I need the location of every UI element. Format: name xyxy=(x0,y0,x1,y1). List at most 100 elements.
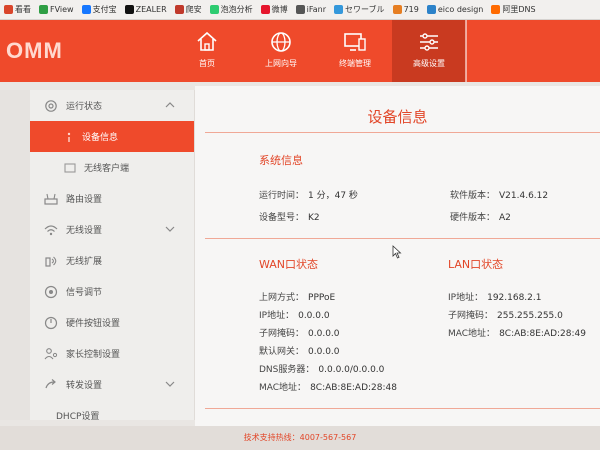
wan-ip-label: IP地址： xyxy=(259,311,295,321)
wan-dns-value: 0.0.0.0/0.0.0.0 xyxy=(318,365,385,375)
sidebar-item-label: 设备信息 xyxy=(82,133,119,143)
lan-mac-label: MAC地址： xyxy=(448,329,496,339)
sidebar-item-wireless[interactable]: 无线设置 xyxy=(30,214,194,245)
section-divider xyxy=(205,238,600,239)
sidebar-item-device-info[interactable]: 设备信息 xyxy=(30,121,194,152)
lan-mac-row: MAC地址： 8C:AB:8E:AD:28:49 xyxy=(448,326,586,339)
nav-wizard[interactable]: 上网向导 xyxy=(244,20,318,82)
nav-advanced[interactable]: 高级设置 xyxy=(392,20,466,82)
bookmark-item[interactable]: 719 xyxy=(389,0,423,19)
uptime-value: 1 分，47 秒 xyxy=(308,191,358,201)
sidebar-item-extender[interactable]: 无线扩展 xyxy=(30,245,194,276)
sidebar-item-hardware-buttons[interactable]: 硬件按钮设置 xyxy=(30,307,194,338)
bottom-divider xyxy=(205,408,600,409)
bookmark-item[interactable]: 微博 xyxy=(257,0,292,19)
sidebar-item-label: DHCP设置 xyxy=(56,412,100,420)
header-divider xyxy=(465,20,467,82)
bookmark-item[interactable]: 看看 xyxy=(0,0,35,19)
bookmark-icon xyxy=(260,5,270,14)
sidebar-item-wireless-clients[interactable]: 无线客户端 xyxy=(30,152,194,183)
sidebar-item-label: 运行状态 xyxy=(66,102,103,112)
bookmark-item[interactable]: 爬安 xyxy=(171,0,206,19)
sidebar: 运行状态 设备信息 无线客户端 路由设置 无线设置 无线扩展 信号调节 硬件按钮… xyxy=(30,90,195,420)
bookmark-item[interactable]: iFanr xyxy=(292,0,330,19)
wan-dns-label: DNS服务器： xyxy=(259,365,315,375)
bookmark-icon xyxy=(426,5,436,14)
sidebar-item-routing[interactable]: 路由设置 xyxy=(30,183,194,214)
wan-mac-label: MAC地址： xyxy=(259,383,307,393)
model-row: 设备型号： K2 xyxy=(259,210,320,223)
nav-devices-label: 终端管理 xyxy=(339,59,371,68)
bookmark-label: 阿里DNS xyxy=(502,5,536,14)
nav-home[interactable]: 首页 xyxy=(170,20,244,82)
bookmark-label: 支付宝 xyxy=(92,5,117,14)
lan-mac-value: 8C:AB:8E:AD:28:49 xyxy=(499,329,586,339)
wan-gateway-row: 默认网关： 0.0.0.0 xyxy=(259,344,340,357)
wan-ip-row: IP地址： 0.0.0.0 xyxy=(259,308,330,321)
extend-icon xyxy=(45,256,57,267)
wan-mac-value: 8C:AB:8E:AD:28:48 xyxy=(310,383,397,393)
sidebar-item-label: 转发设置 xyxy=(66,381,103,391)
bookmark-label: セワーブル xyxy=(345,5,385,14)
router-icon xyxy=(44,193,58,205)
bookmark-item[interactable]: FView xyxy=(35,0,78,19)
bookmark-icon xyxy=(81,5,91,14)
sidebar-item-parental[interactable]: 家长控制设置 xyxy=(30,338,194,369)
bookmarks-bar: 看看 FView 支付宝 ZEALER 爬安 泡泡分析 微博 iFanr セワー… xyxy=(0,0,600,20)
nav-advanced-label: 高级设置 xyxy=(413,59,445,68)
bookmark-icon xyxy=(392,5,402,14)
sidebar-item-signal[interactable]: 信号调节 xyxy=(30,276,194,307)
wan-mac-row: MAC地址： 8C:AB:8E:AD:28:48 xyxy=(259,380,397,393)
lan-ip-value: 192.168.2.1 xyxy=(487,293,542,303)
signal-icon xyxy=(44,285,58,298)
home-icon xyxy=(197,31,217,51)
info-icon xyxy=(67,132,71,142)
wifi-icon xyxy=(44,224,58,235)
globe-icon xyxy=(271,32,291,52)
bookmark-label: 爬安 xyxy=(185,5,202,14)
wan-ip-value: 0.0.0.0 xyxy=(298,311,330,321)
lan-mask-value: 255.255.255.0 xyxy=(497,311,563,321)
nav-home-label: 首页 xyxy=(199,59,215,68)
wan-gateway-value: 0.0.0.0 xyxy=(308,347,340,357)
bookmark-label: 719 xyxy=(403,5,419,14)
page-title: 设备信息 xyxy=(367,108,428,126)
sidebar-item-label: 路由设置 xyxy=(66,195,103,205)
bookmark-item[interactable]: セワーブル xyxy=(330,0,389,19)
sidebar-item-label: 家长控制设置 xyxy=(66,350,121,360)
nav-wizard-label: 上网向导 xyxy=(265,59,297,68)
nav-devices[interactable]: 终端管理 xyxy=(318,20,392,82)
uptime-label: 运行时间： xyxy=(259,191,305,201)
bookmark-label: ZEALER xyxy=(135,5,167,14)
gear-icon xyxy=(45,99,57,112)
sidebar-item-forwarding[interactable]: 转发设置 xyxy=(30,369,194,400)
bookmark-label: FView xyxy=(50,5,74,14)
bookmark-icon xyxy=(209,5,219,14)
chevron-up-icon xyxy=(165,102,175,108)
model-value: K2 xyxy=(308,213,320,223)
system-info-title: 系统信息 xyxy=(259,154,303,167)
bookmark-item[interactable]: 支付宝 xyxy=(78,0,121,19)
bookmark-item[interactable]: 泡泡分析 xyxy=(206,0,257,19)
bookmark-label: 微博 xyxy=(271,5,288,14)
bookmark-label: 看看 xyxy=(15,5,31,14)
router-header: OMM 首页 上网向导 终端管理 高级设置 xyxy=(0,20,600,82)
sidebar-item-label: 硬件按钮设置 xyxy=(66,319,121,329)
bookmark-item[interactable]: eico design xyxy=(423,0,488,19)
bookmark-item[interactable]: 阿里DNS xyxy=(487,0,539,19)
list-icon xyxy=(64,162,76,173)
sidebar-item-status[interactable]: 运行状态 xyxy=(30,90,194,121)
brand-logo: OMM xyxy=(6,38,63,63)
bookmark-item[interactable]: ZEALER xyxy=(121,0,171,19)
lan-mask-row: 子网掩码： 255.255.255.0 xyxy=(448,308,563,321)
lan-mask-label: 子网掩码： xyxy=(448,311,494,321)
bookmark-icon xyxy=(4,5,13,14)
sidebar-item-dhcp[interactable]: DHCP设置 xyxy=(30,400,194,420)
bookmark-label: eico design xyxy=(437,5,484,14)
bookmark-icon xyxy=(174,5,184,14)
bookmark-icon xyxy=(491,5,501,14)
sidebar-item-label: 信号调节 xyxy=(66,288,103,298)
wan-mode-row: 上网方式： PPPoE xyxy=(259,290,335,303)
wan-status-title: WAN口状态 xyxy=(259,258,319,271)
wan-mask-value: 0.0.0.0 xyxy=(308,329,340,339)
